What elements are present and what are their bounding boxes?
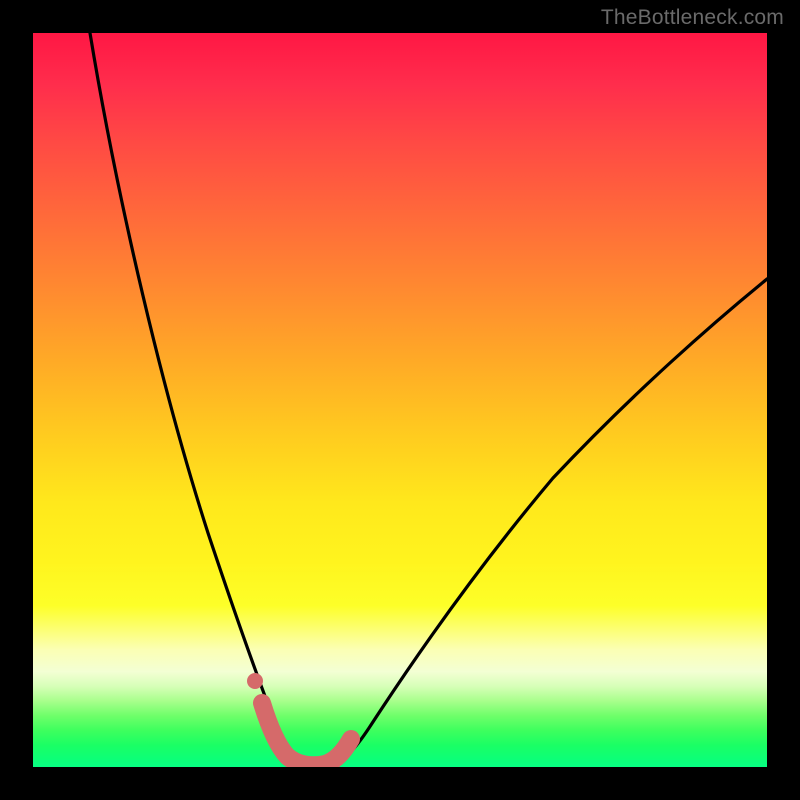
trough-marker-band [262, 703, 351, 765]
plot-area [33, 33, 767, 767]
chart-frame: TheBottleneck.com [0, 0, 800, 800]
curve-layer [33, 33, 767, 767]
outlier-dot-icon [247, 673, 263, 689]
watermark-text: TheBottleneck.com [601, 6, 784, 30]
bottleneck-curve-right [333, 279, 767, 764]
bottleneck-curve-left [90, 33, 299, 764]
